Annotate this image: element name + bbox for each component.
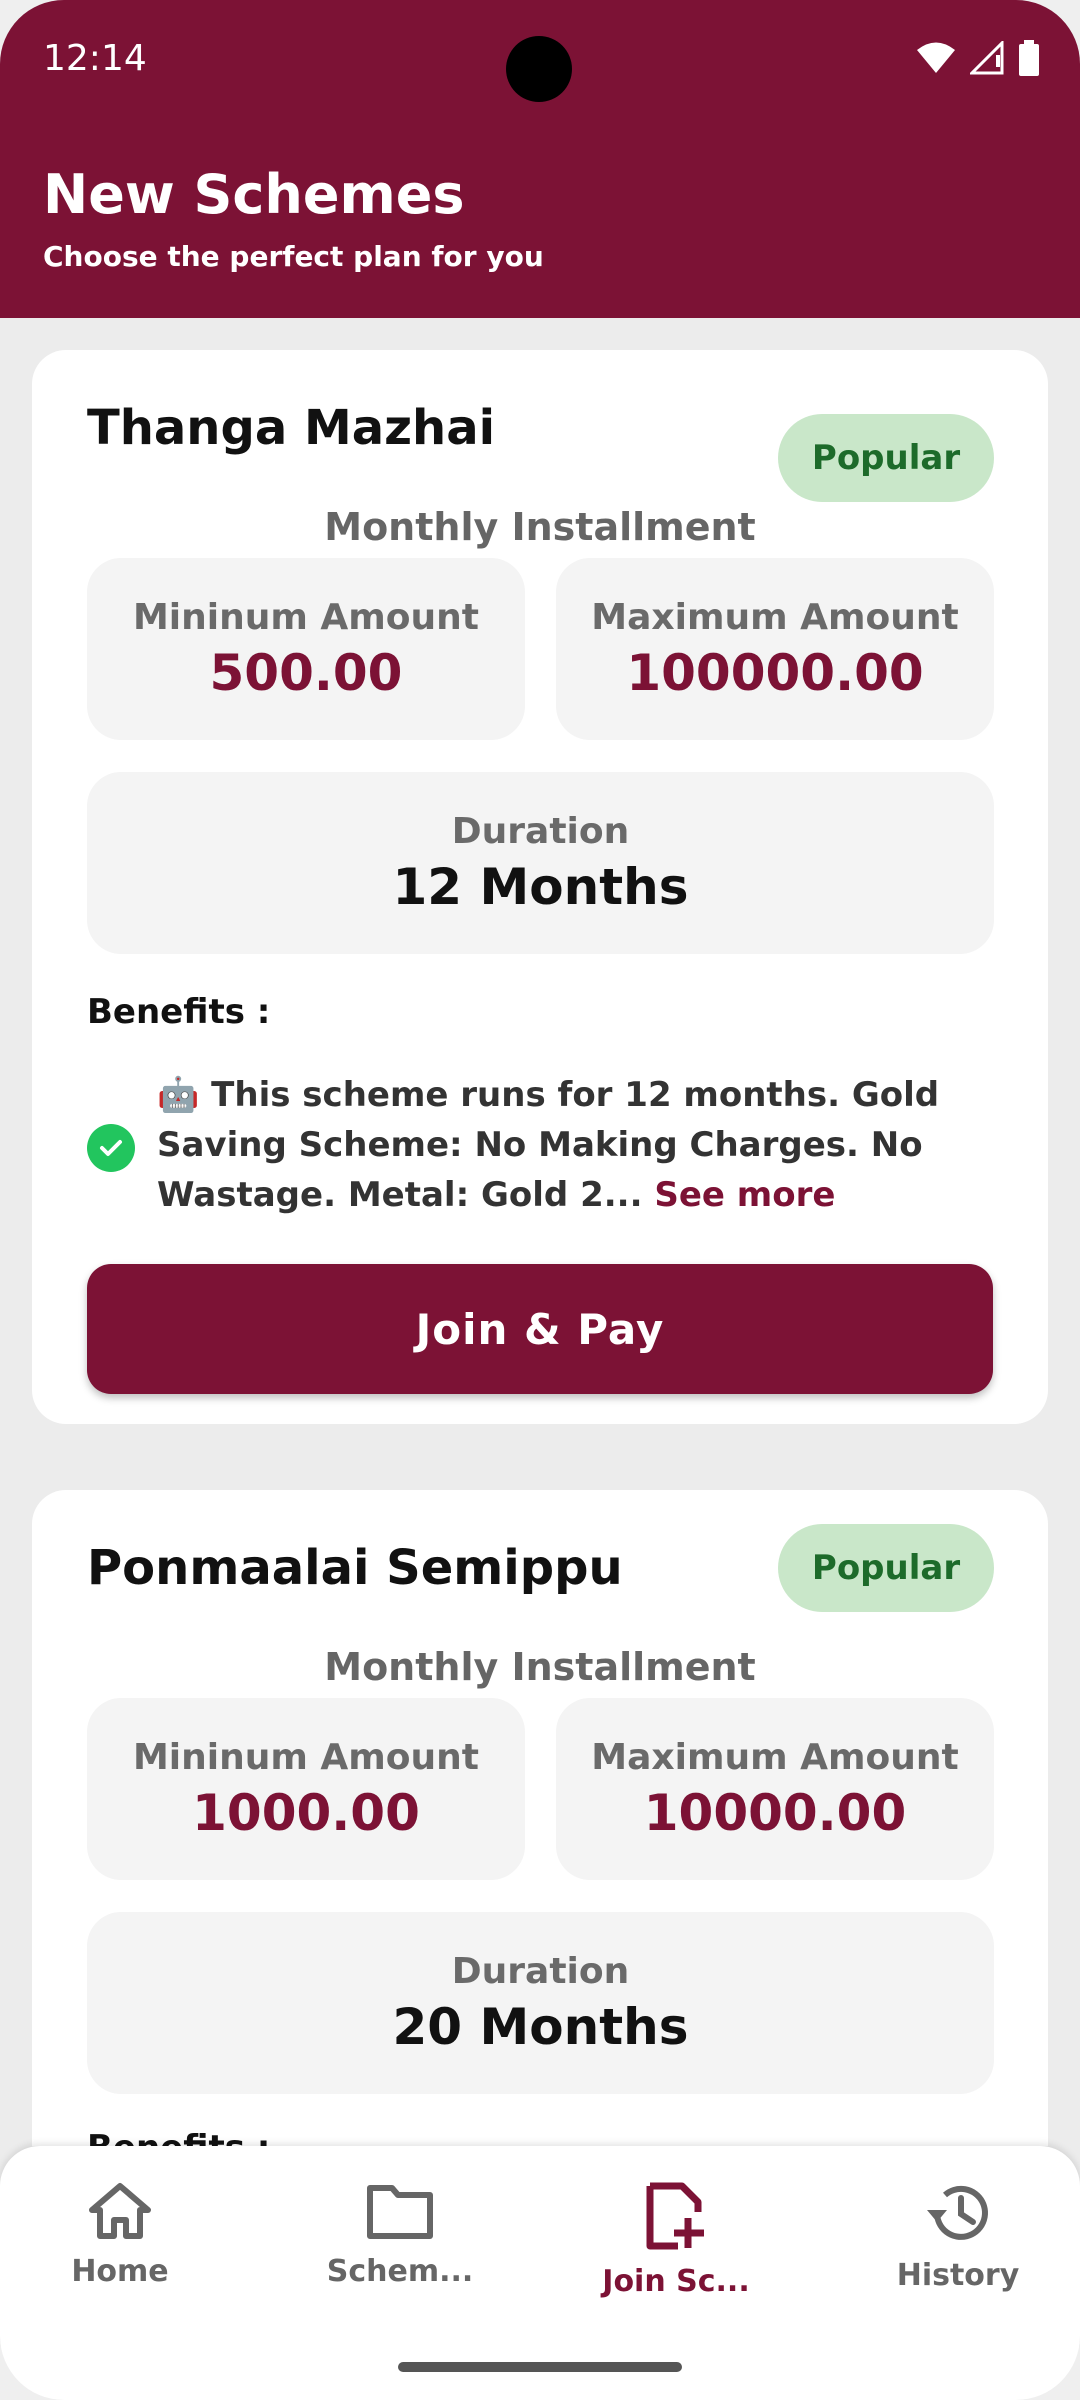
max-amount-label: Maximum Amount <box>591 1736 959 1778</box>
max-amount-box: Maximum Amount 100000.00 <box>556 558 994 740</box>
check-circle-icon <box>87 1124 135 1172</box>
duration-box: Duration 20 Months <box>87 1912 994 2094</box>
duration-label: Duration <box>451 810 630 852</box>
see-more-link[interactable]: See more <box>654 1175 835 1215</box>
battery-icon <box>1019 40 1039 76</box>
nav-label: History <box>896 2258 1020 2293</box>
history-icon <box>927 2185 988 2240</box>
signal-icon <box>970 41 1004 75</box>
duration-label: Duration <box>451 1950 630 1992</box>
page-subtitle: Choose the perfect plan for you <box>43 240 544 273</box>
min-amount-box: Mininum Amount 500.00 <box>87 558 525 740</box>
nav-label: Join Sc... <box>602 2264 750 2299</box>
installment-label: Monthly Installment <box>324 505 756 549</box>
nav-label: Home <box>71 2254 169 2289</box>
join-pay-button[interactable]: Join & Pay <box>87 1264 993 1394</box>
nav-join-scheme[interactable]: Join Sc... <box>576 2182 776 2299</box>
duration-value: 12 Months <box>392 857 689 916</box>
nav-history[interactable]: History <box>858 2182 1058 2293</box>
popular-badge: Popular <box>778 1524 994 1612</box>
home-icon <box>89 2183 151 2239</box>
min-amount-value: 1000.00 <box>192 1783 420 1842</box>
camera-cutout <box>506 36 572 102</box>
installment-label: Monthly Installment <box>324 1645 756 1689</box>
min-amount-label: Mininum Amount <box>132 1736 479 1778</box>
duration-value: 20 Months <box>392 1997 689 2056</box>
status-time: 12:14 <box>43 38 147 79</box>
scheme-card: Thanga Mazhai Popular Monthly Installmen… <box>32 350 1048 1424</box>
popular-badge: Popular <box>778 414 994 502</box>
benefits-heading: Benefits : <box>87 992 271 1032</box>
nav-home[interactable]: Home <box>20 2182 220 2289</box>
benefits-heading: Benefits : <box>87 2128 270 2146</box>
add-document-icon <box>646 2182 704 2250</box>
header: 12:14 New Schemes Choose the perfect pla… <box>0 0 1080 318</box>
max-amount-value: 100000.00 <box>626 643 924 702</box>
folder-icon <box>367 2185 433 2239</box>
nav-schemes[interactable]: Schem... <box>300 2182 500 2289</box>
nav-label: Schem... <box>326 2254 474 2289</box>
schemes-list[interactable]: Thanga Mazhai Popular Monthly Installmen… <box>0 318 1080 2146</box>
min-amount-value: 500.00 <box>209 643 403 702</box>
home-indicator[interactable] <box>398 2362 682 2372</box>
benefit-text: 🤖 This scheme runs for 12 months. Gold S… <box>157 1070 987 1220</box>
min-amount-box: Mininum Amount 1000.00 <box>87 1698 525 1880</box>
min-amount-label: Mininum Amount <box>132 596 479 638</box>
max-amount-label: Maximum Amount <box>591 596 959 638</box>
scheme-card: Ponmaalai Semippu Popular Monthly Instal… <box>32 1490 1048 2146</box>
status-icons <box>916 40 1040 76</box>
benefit-item: 🤖 This scheme runs for 12 months. Gold S… <box>87 1070 987 1220</box>
max-amount-box: Maximum Amount 10000.00 <box>556 1698 994 1880</box>
scheme-name: Ponmaalai Semippu <box>87 1540 623 1596</box>
scheme-name: Thanga Mazhai <box>87 400 496 456</box>
max-amount-value: 10000.00 <box>643 1783 907 1842</box>
app-screen: 12:14 New Schemes Choose the perfect pla… <box>0 0 1080 2400</box>
wifi-icon <box>917 42 955 73</box>
duration-box: Duration 12 Months <box>87 772 994 954</box>
page-title: New Schemes <box>43 163 465 226</box>
